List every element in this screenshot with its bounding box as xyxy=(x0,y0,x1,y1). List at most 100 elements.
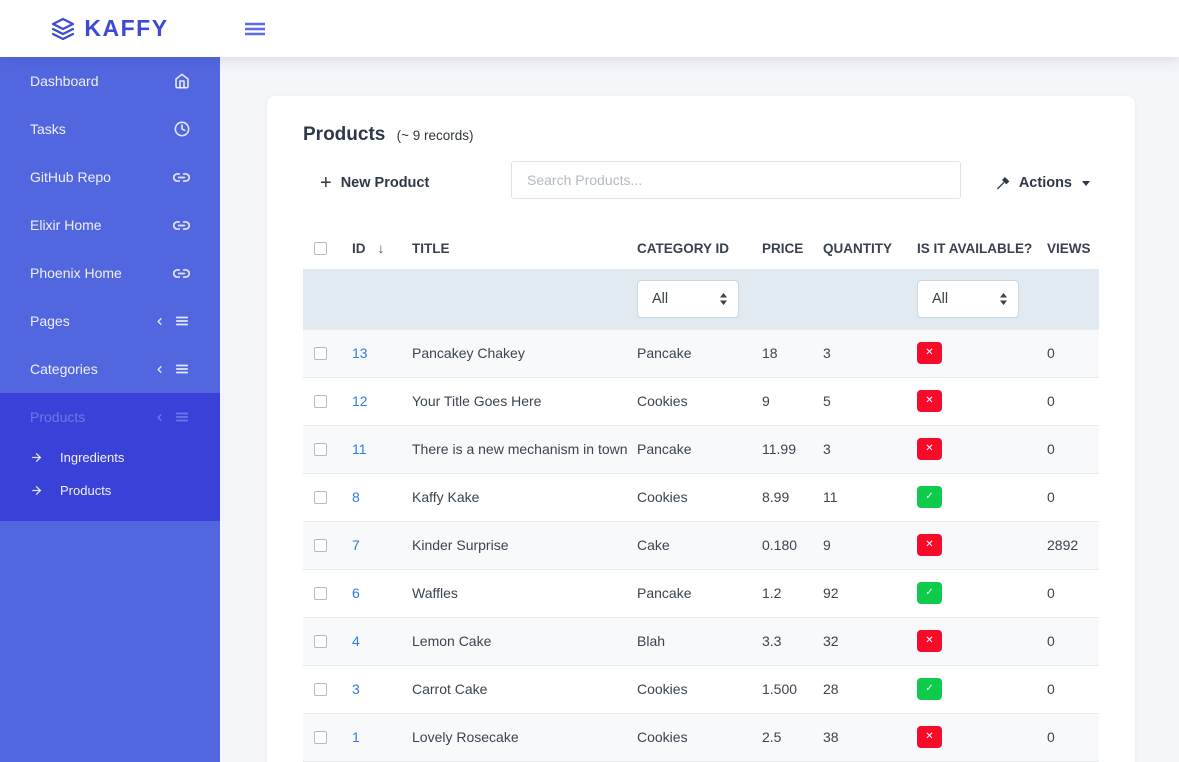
sidebar-item-label: Categories xyxy=(30,361,98,377)
arrow-right-icon xyxy=(30,484,43,497)
sidebar-subitem-products[interactable]: Products xyxy=(0,474,220,507)
sidebar-item-dashboard[interactable]: Dashboard xyxy=(0,57,220,105)
column-header-available[interactable]: IS IT AVAILABLE? xyxy=(911,226,1041,269)
chevron-left-icon xyxy=(154,412,165,423)
actions-dropdown-button[interactable]: Actions xyxy=(995,175,1090,191)
category-cell: Cookies xyxy=(631,473,756,521)
new-product-label: New Product xyxy=(341,175,430,191)
new-product-button[interactable]: + New Product xyxy=(320,173,429,193)
select-arrows-icon xyxy=(999,292,1008,306)
link-icon xyxy=(173,265,190,282)
sidebar-item-categories[interactable]: Categories xyxy=(0,345,220,393)
quantity-cell: 3 xyxy=(817,329,911,377)
row-checkbox[interactable] xyxy=(314,443,327,456)
available-cell: ✕ xyxy=(911,713,1041,761)
sidebar-section-products: Products Ingredients Products xyxy=(0,393,220,521)
row-checkbox[interactable] xyxy=(314,731,327,744)
product-id-link[interactable]: 6 xyxy=(352,585,360,601)
chevron-left-icon xyxy=(154,364,165,375)
search-input[interactable] xyxy=(511,161,961,199)
caret-down-icon xyxy=(1082,181,1090,186)
category-cell: Cookies xyxy=(631,665,756,713)
row-checkbox[interactable] xyxy=(314,395,327,408)
id-cell: 13 xyxy=(346,329,406,377)
sidebar-item-label: Tasks xyxy=(30,121,66,137)
page-title-text: Products xyxy=(303,124,385,145)
id-cell: 4 xyxy=(346,617,406,665)
quantity-cell: 3 xyxy=(817,425,911,473)
row-checkbox[interactable] xyxy=(314,635,327,648)
id-cell: 6 xyxy=(346,569,406,617)
sidebar-subitem-ingredients[interactable]: Ingredients xyxy=(0,441,220,474)
sidebar: Dashboard Tasks GitHub Repo Elixir Home … xyxy=(0,57,220,762)
sidebar-item-label: Elixir Home xyxy=(30,217,102,233)
price-cell: 3.3 xyxy=(756,617,817,665)
title-cell: There is a new mechanism in town xyxy=(406,425,631,473)
page-title: Products (~ 9 records) xyxy=(303,124,1099,146)
table-header-row: ID↓ TITLE CATEGORY ID PRICE QUANTITY IS … xyxy=(303,226,1099,269)
hammer-icon xyxy=(995,175,1011,191)
available-cell: ✕ xyxy=(911,377,1041,425)
available-cell: ✕ xyxy=(911,521,1041,569)
id-cell: 8 xyxy=(346,473,406,521)
sidebar-toggle-button[interactable] xyxy=(244,20,266,38)
select-arrows-icon xyxy=(719,292,728,306)
column-header-title[interactable]: TITLE xyxy=(406,226,631,269)
records-count: (~ 9 records) xyxy=(397,128,474,143)
sidebar-item-label: Products xyxy=(30,409,85,425)
price-cell: 9 xyxy=(756,377,817,425)
sidebar-item-products[interactable]: Products xyxy=(0,393,220,441)
category-filter-select[interactable]: All xyxy=(637,280,739,318)
sidebar-item-label: Phoenix Home xyxy=(30,265,122,281)
menu-icon xyxy=(174,410,190,424)
views-cell: 2892 xyxy=(1041,521,1099,569)
id-cell: 1 xyxy=(346,713,406,761)
column-header-category[interactable]: CATEGORY ID xyxy=(631,226,756,269)
price-cell: 8.99 xyxy=(756,473,817,521)
row-checkbox[interactable] xyxy=(314,491,327,504)
quantity-cell: 32 xyxy=(817,617,911,665)
product-id-link[interactable]: 3 xyxy=(352,681,360,697)
title-cell: Lemon Cake xyxy=(406,617,631,665)
toolbar: + New Product Actions xyxy=(303,161,1099,205)
row-checkbox[interactable] xyxy=(314,539,327,552)
quantity-cell: 92 xyxy=(817,569,911,617)
views-cell: 0 xyxy=(1041,569,1099,617)
sidebar-item-github-repo[interactable]: GitHub Repo xyxy=(0,153,220,201)
row-checkbox[interactable] xyxy=(314,683,327,696)
available-cell: ✕ xyxy=(911,425,1041,473)
product-id-link[interactable]: 13 xyxy=(352,345,368,361)
select-all-checkbox[interactable] xyxy=(314,242,327,255)
sidebar-item-pages[interactable]: Pages xyxy=(0,297,220,345)
product-id-link[interactable]: 11 xyxy=(352,441,367,457)
row-select-cell xyxy=(303,665,346,713)
views-cell: 0 xyxy=(1041,377,1099,425)
clock-icon xyxy=(174,121,190,137)
category-cell: Blah xyxy=(631,617,756,665)
sidebar-item-tasks[interactable]: Tasks xyxy=(0,105,220,153)
product-id-link[interactable]: 7 xyxy=(352,537,360,553)
views-cell: 0 xyxy=(1041,617,1099,665)
category-cell: Cookies xyxy=(631,713,756,761)
available-filter-select[interactable]: All xyxy=(917,280,1019,318)
column-header-views[interactable]: VIEWS xyxy=(1041,226,1099,269)
menu-icon xyxy=(174,314,190,328)
row-select-cell xyxy=(303,425,346,473)
brand-logo[interactable]: KAFFY xyxy=(0,15,220,42)
row-checkbox[interactable] xyxy=(314,347,327,360)
row-checkbox[interactable] xyxy=(314,587,327,600)
link-icon xyxy=(173,169,190,186)
product-id-link[interactable]: 4 xyxy=(352,633,360,649)
product-id-link[interactable]: 8 xyxy=(352,489,360,505)
column-header-id[interactable]: ID↓ xyxy=(346,226,406,269)
product-id-link[interactable]: 1 xyxy=(352,729,360,745)
id-cell: 3 xyxy=(346,665,406,713)
column-header-quantity[interactable]: QUANTITY xyxy=(817,226,911,269)
sidebar-item-phoenix-home[interactable]: Phoenix Home xyxy=(0,249,220,297)
product-id-link[interactable]: 12 xyxy=(352,393,368,409)
table-body: 13Pancakey ChakeyPancake183✕012Your Titl… xyxy=(303,329,1099,761)
column-header-price[interactable]: PRICE xyxy=(756,226,817,269)
id-cell: 11 xyxy=(346,425,406,473)
table-row: 6WafflesPancake1.292✓0 xyxy=(303,569,1099,617)
sidebar-item-elixir-home[interactable]: Elixir Home xyxy=(0,201,220,249)
